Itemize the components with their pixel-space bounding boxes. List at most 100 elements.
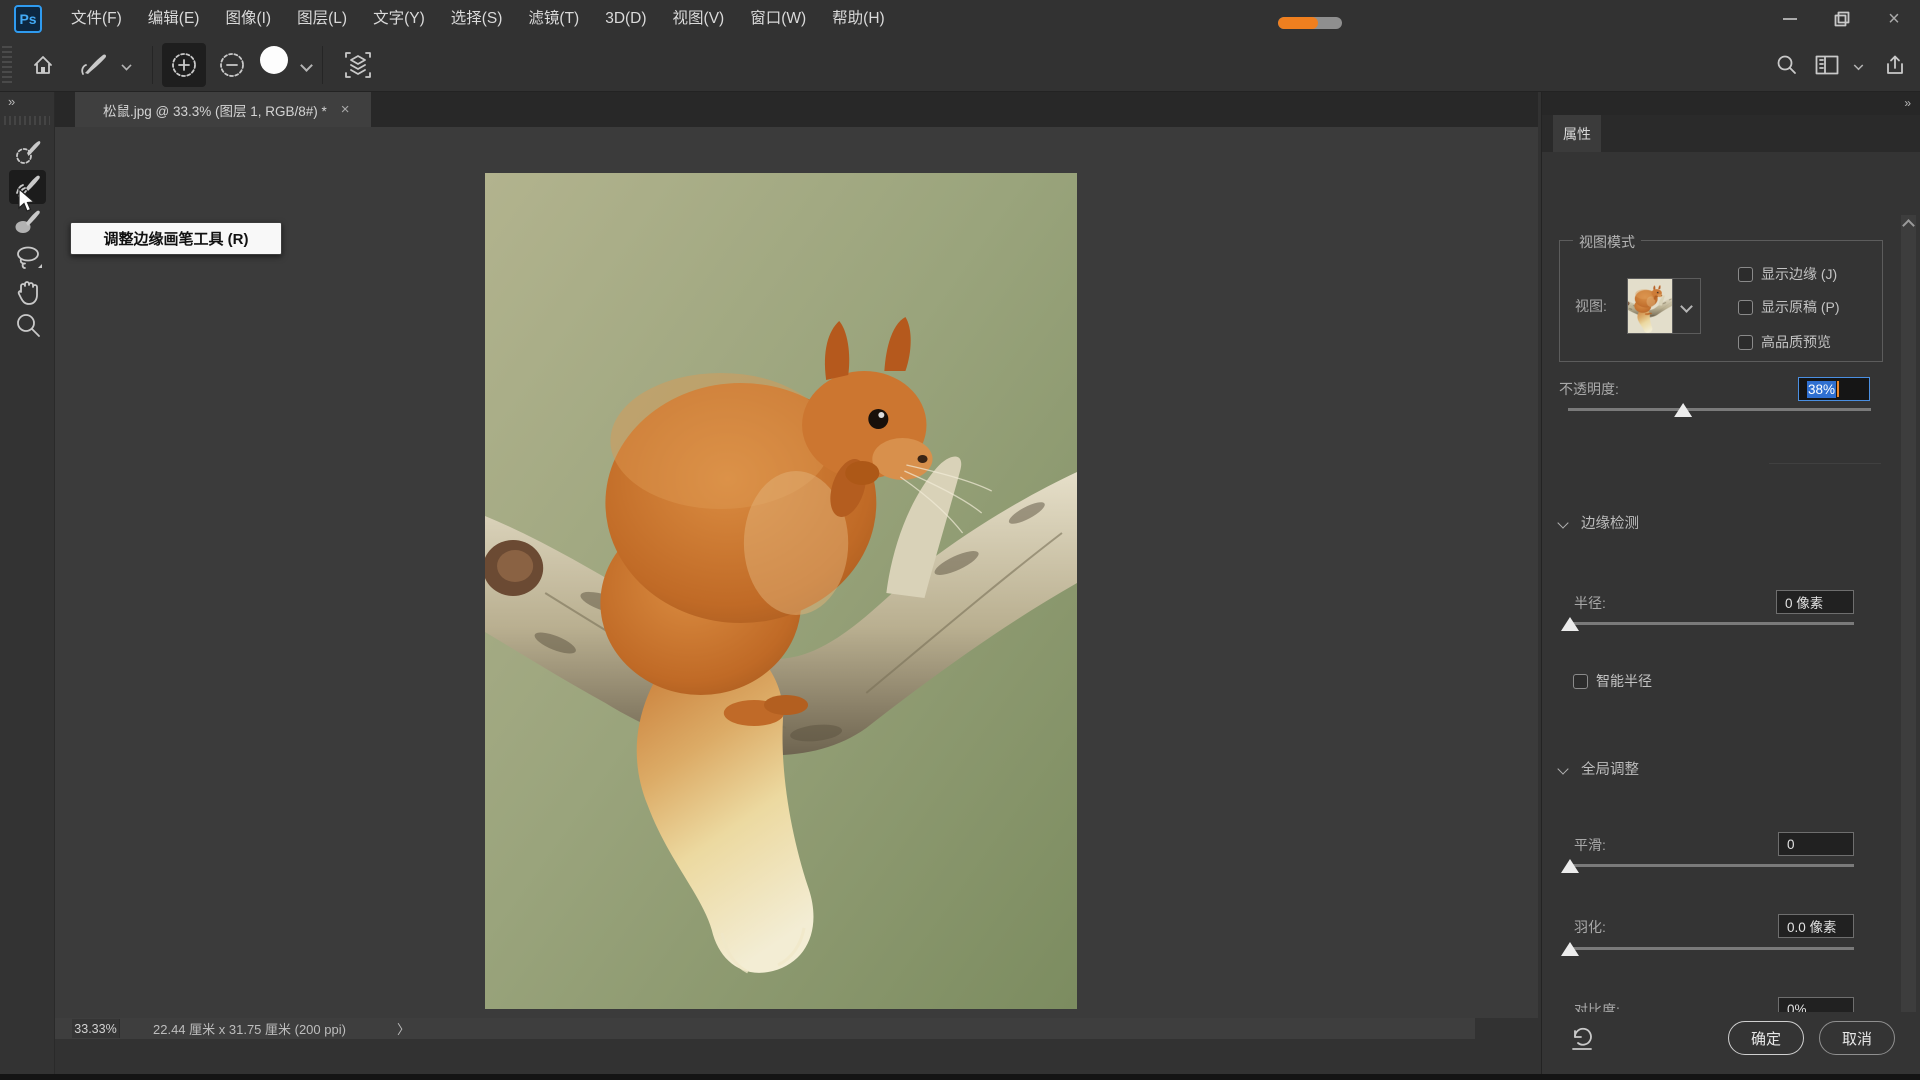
options-grip[interactable] <box>2 46 12 84</box>
home-button[interactable] <box>28 38 58 92</box>
title-bar: Ps 文件(F) 编辑(E) 图像(I) 图层(L) 文字(Y) 选择(S) 滤… <box>0 0 1920 38</box>
menu-layer[interactable]: 图层(L) <box>284 0 360 38</box>
opacity-slider[interactable] <box>1568 403 1871 417</box>
smooth-input[interactable]: 0 <box>1778 832 1854 856</box>
panel-scrollbar[interactable] <box>1901 215 1916 1050</box>
menu-window[interactable]: 窗口(W) <box>737 0 819 38</box>
slider-track <box>1570 622 1854 625</box>
high-quality-preview-checkbox[interactable] <box>1738 335 1753 350</box>
menu-view[interactable]: 视图(V) <box>660 0 738 38</box>
document-tab[interactable]: 松鼠.jpg @ 33.3% (图层 1, RGB/8#) * × <box>75 92 371 127</box>
menu-help[interactable]: 帮助(H) <box>819 0 898 38</box>
zoom-tool[interactable] <box>9 308 46 342</box>
reset-icon <box>1569 1023 1595 1051</box>
section-divider <box>1769 463 1881 464</box>
slider-track <box>1568 408 1871 411</box>
global-adjust-title: 全局调整 <box>1581 758 1639 779</box>
cancel-button[interactable]: 取消 <box>1819 1021 1895 1055</box>
edge-detection-title: 边缘检测 <box>1581 512 1639 533</box>
menu-3d[interactable]: 3D(D) <box>592 0 659 38</box>
ok-button[interactable]: 确定 <box>1728 1021 1804 1055</box>
minimize-icon <box>1783 18 1797 20</box>
document-tab-title: 松鼠.jpg @ 33.3% (图层 1, RGB/8#) * <box>103 100 327 120</box>
subtract-from-selection-button[interactable] <box>210 38 254 92</box>
magnifier-icon <box>14 311 42 339</box>
canvas-area: 松鼠.jpg @ 33.3% (图层 1, RGB/8#) * × 调整边缘画笔… <box>55 92 1538 1080</box>
close-button[interactable]: × <box>1868 2 1920 36</box>
toolbar-expand-chevrons[interactable]: » <box>8 94 16 109</box>
zoom-level-field[interactable]: 33.33% <box>72 1019 120 1038</box>
panel-top-strip: » <box>1542 92 1920 115</box>
tab-close-icon[interactable]: × <box>341 101 350 118</box>
opacity-label: 不透明度: <box>1559 379 1619 399</box>
workspace-dropdown[interactable] <box>1850 38 1866 92</box>
circle-minus-icon <box>217 50 247 80</box>
show-original-checkbox[interactable] <box>1738 300 1753 315</box>
feather-input[interactable]: 0.0 像素 <box>1778 914 1854 938</box>
global-adjust-header[interactable]: 全局调整 <box>1559 758 1639 779</box>
hand-icon <box>15 278 41 306</box>
scroll-up-icon[interactable] <box>1902 219 1915 232</box>
view-mode-dropdown[interactable] <box>1627 278 1701 334</box>
menu-type[interactable]: 文字(Y) <box>360 0 438 38</box>
current-tool-preset[interactable] <box>72 38 116 92</box>
reset-button[interactable] <box>1569 1023 1595 1051</box>
window-bottom-edge <box>0 1074 1920 1080</box>
tool-preset-dropdown[interactable] <box>118 38 134 92</box>
brush-size-dropdown[interactable] <box>298 38 314 92</box>
home-icon <box>32 54 54 76</box>
radius-slider[interactable] <box>1570 617 1854 631</box>
canvas-pasteboard[interactable]: 调整边缘画笔工具 (R) <box>55 127 1538 1018</box>
high-quality-preview-label: 高品质预览 <box>1761 332 1831 352</box>
search-button[interactable] <box>1770 38 1804 92</box>
chevron-down-icon <box>1853 60 1863 70</box>
minimize-button[interactable] <box>1764 2 1816 36</box>
feather-slider[interactable] <box>1570 942 1854 956</box>
panel-collapse-chevrons[interactable]: » <box>1904 96 1912 110</box>
progress-fill <box>1278 17 1318 29</box>
smart-radius-label: 智能半径 <box>1596 671 1652 691</box>
show-edge-checkbox[interactable] <box>1738 267 1753 282</box>
status-info-chevron[interactable]: 〉 <box>397 1019 410 1038</box>
tab-properties[interactable]: 属性 <box>1553 115 1601 152</box>
restore-button[interactable] <box>1816 2 1868 36</box>
menu-filter[interactable]: 滤镜(T) <box>515 0 592 38</box>
radius-input[interactable]: 0 像素 <box>1776 590 1854 614</box>
menu-select[interactable]: 选择(S) <box>438 0 516 38</box>
opacity-input[interactable]: 38% <box>1798 377 1870 401</box>
view-dropdown-chevron[interactable] <box>1672 279 1700 333</box>
hand-tool[interactable] <box>9 275 46 309</box>
lasso-tool[interactable] <box>9 240 46 274</box>
select-subject-button[interactable] <box>336 38 380 92</box>
quick-selection-icon <box>14 139 42 167</box>
menu-image[interactable]: 图像(I) <box>212 0 284 38</box>
chevron-down-icon <box>1680 300 1693 313</box>
feather-label: 羽化: <box>1574 917 1606 937</box>
view-mode-thumbnail <box>1628 279 1672 333</box>
canvas-image[interactable] <box>485 173 1077 1009</box>
workspace-switcher-button[interactable] <box>1810 38 1844 92</box>
tool-options-bar: 40 <box>0 38 1920 92</box>
menu-edit[interactable]: 编辑(E) <box>135 0 213 38</box>
options-separator <box>322 46 323 84</box>
smooth-slider[interactable] <box>1570 859 1854 873</box>
photoshop-logo[interactable]: Ps <box>14 5 42 33</box>
edge-detection-header[interactable]: 边缘检测 <box>1559 512 1639 533</box>
menu-file[interactable]: 文件(F) <box>58 0 135 38</box>
workspace-layout-icon <box>1815 55 1839 75</box>
brush-size-preview[interactable] <box>254 38 294 82</box>
document-tab-strip: 松鼠.jpg @ 33.3% (图层 1, RGB/8#) * × <box>55 92 1538 127</box>
show-edge-label: 显示边缘 (J) <box>1761 264 1837 284</box>
add-to-selection-button[interactable] <box>162 43 206 87</box>
chevron-down-icon <box>1557 763 1568 774</box>
quick-selection-tool[interactable] <box>9 136 46 170</box>
show-edge-checkbox-row: 显示边缘 (J) <box>1738 264 1837 284</box>
text-caret <box>1837 381 1839 397</box>
smooth-label: 平滑: <box>1574 835 1606 855</box>
restore-icon <box>1834 11 1850 27</box>
smart-radius-checkbox[interactable] <box>1573 674 1588 689</box>
select-and-mask-toolbar: » <box>0 92 55 1080</box>
show-original-checkbox-row: 显示原稿 (P) <box>1738 297 1840 317</box>
high-quality-preview-checkbox-row: 高品质预览 <box>1738 332 1831 352</box>
share-button[interactable] <box>1878 38 1912 92</box>
